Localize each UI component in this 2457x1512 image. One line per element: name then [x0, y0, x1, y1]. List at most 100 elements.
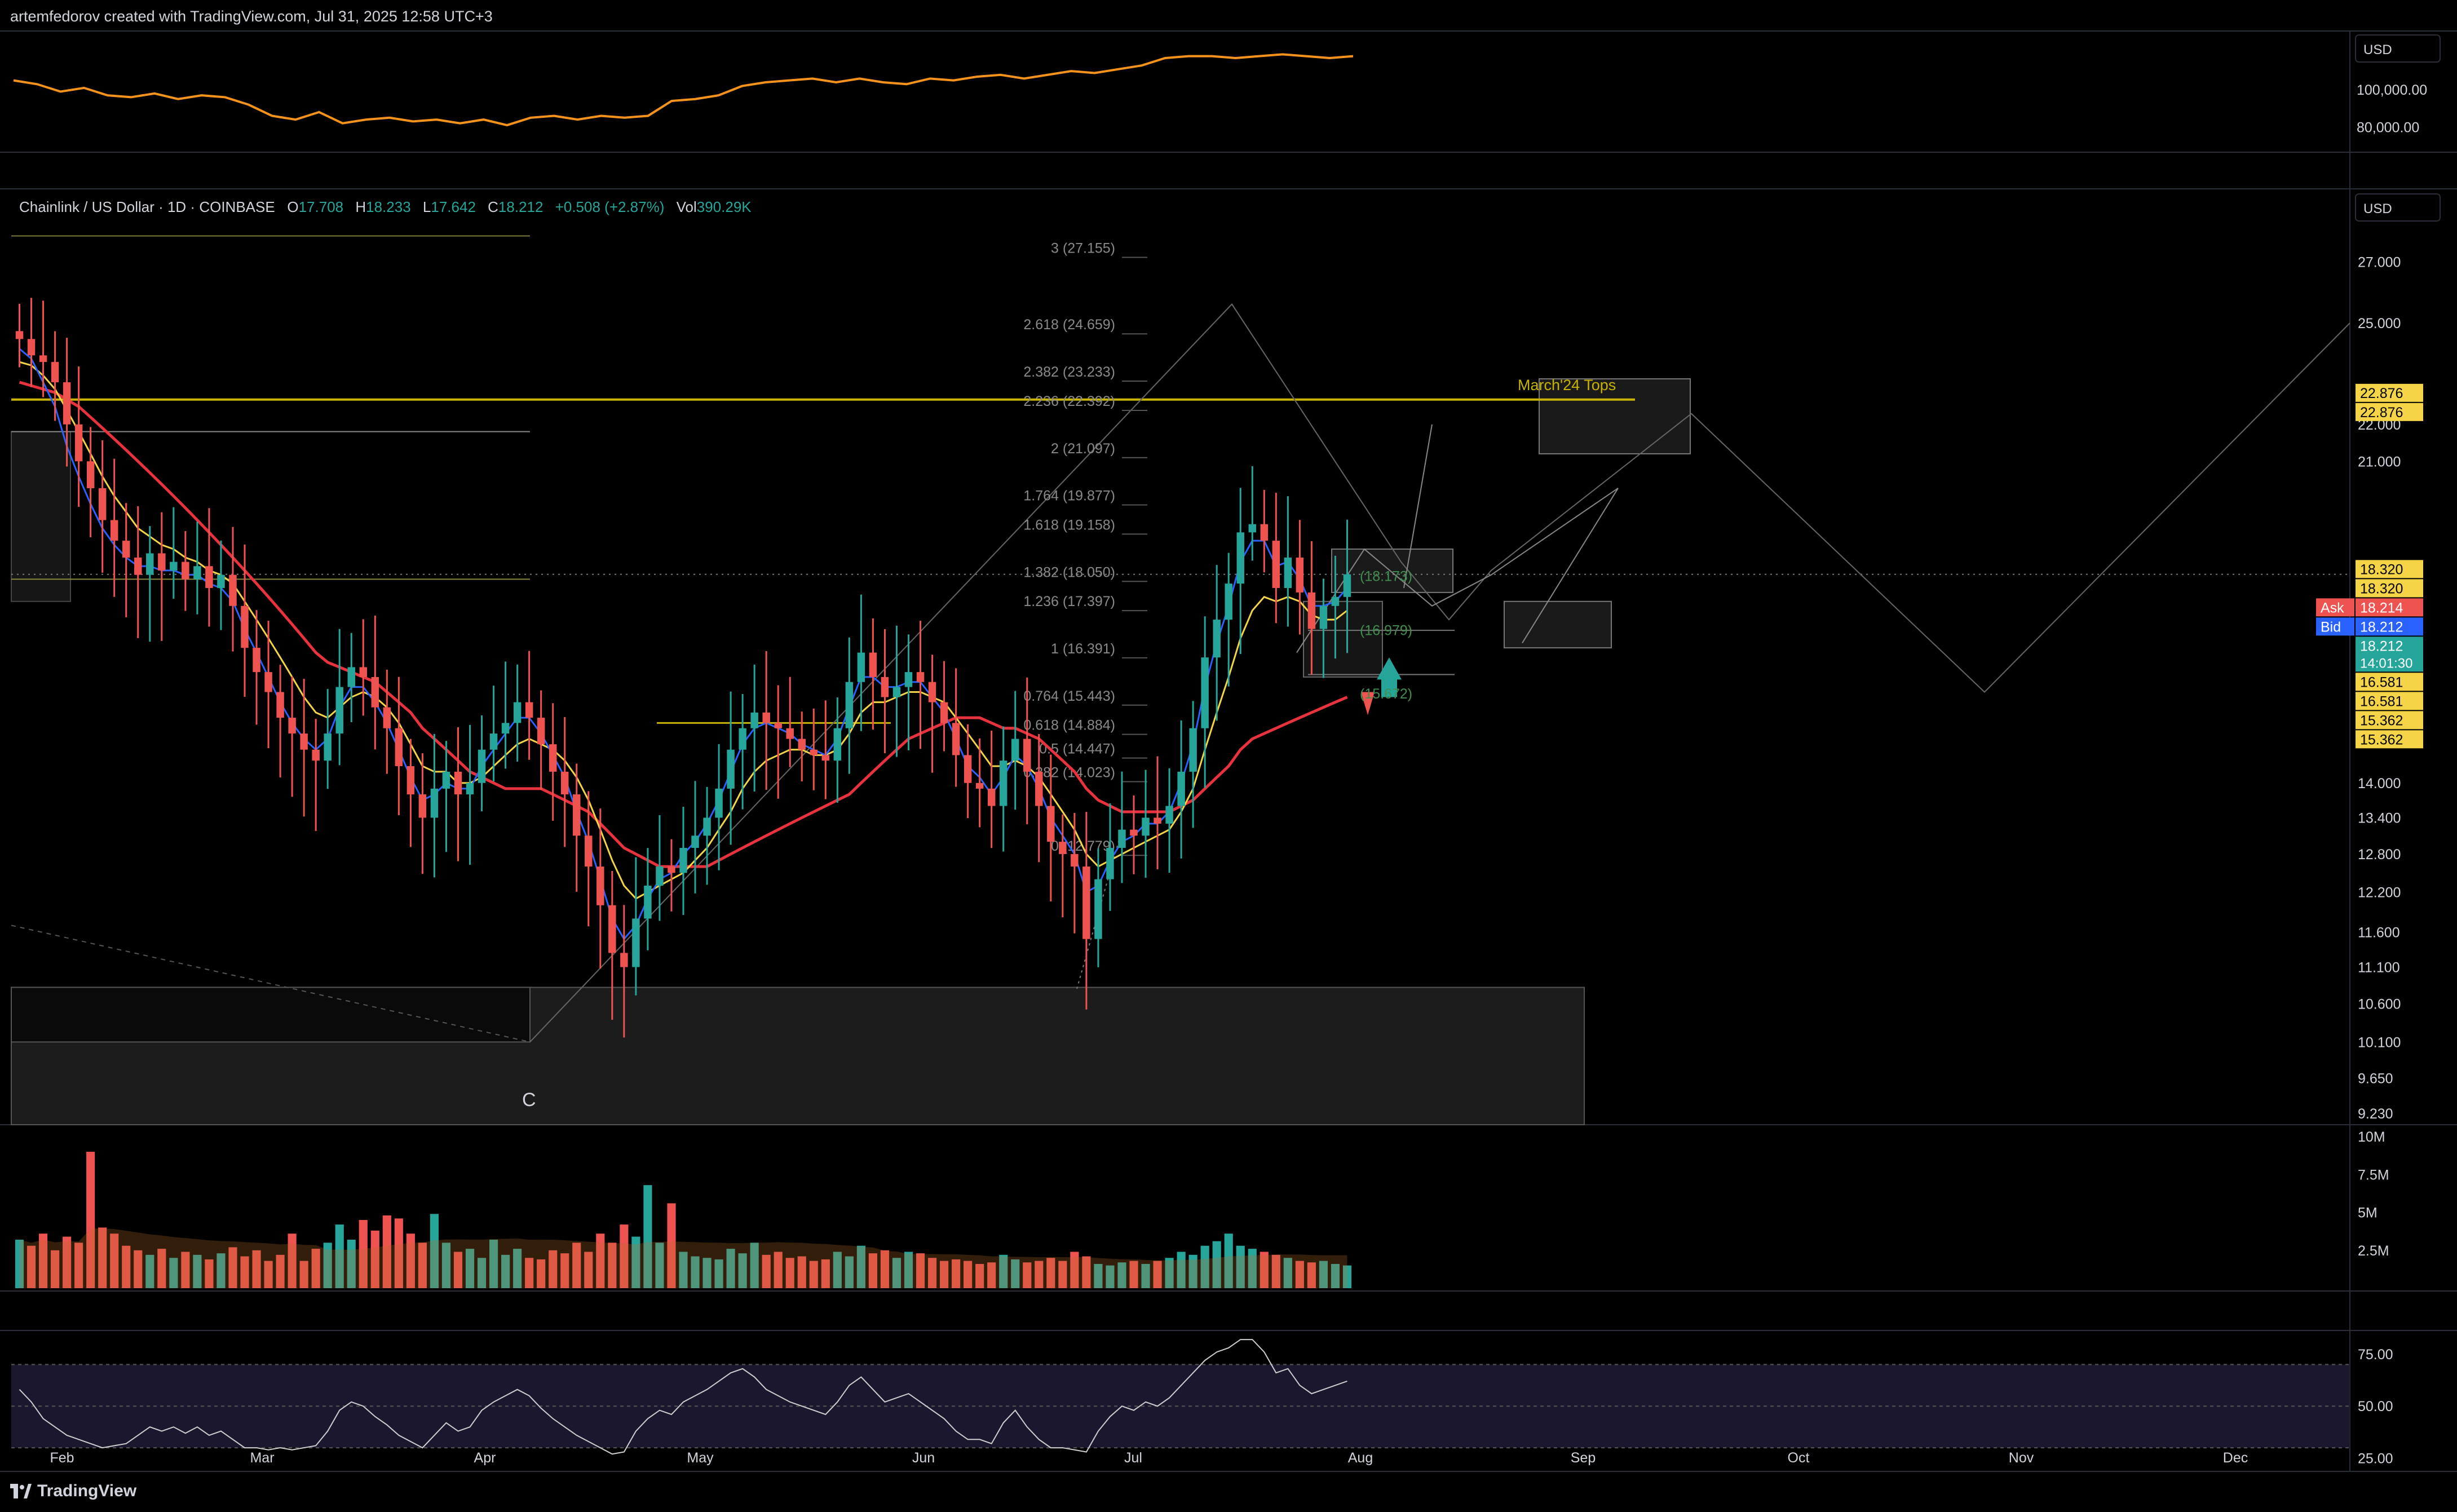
candle: [715, 744, 723, 870]
volume-y-tick: 2.5M: [2358, 1243, 2389, 1259]
candle: [217, 540, 225, 630]
candle-body: [964, 755, 972, 783]
candle-body: [466, 782, 474, 795]
candle-body: [904, 672, 913, 687]
candle-body: [1236, 532, 1244, 584]
candle-body: [1343, 574, 1351, 597]
candle: [430, 733, 439, 878]
month-label: Dec: [2223, 1450, 2248, 1466]
candle-body: [27, 339, 36, 356]
candle-body: [585, 835, 593, 867]
candle-body: [1071, 854, 1079, 867]
candle-body: [288, 718, 296, 734]
candle-body: [739, 728, 746, 750]
candle: [1094, 848, 1102, 967]
candle-body: [1225, 583, 1232, 620]
candle-body: [229, 574, 237, 606]
main-y-tick: 25.000: [2358, 316, 2401, 331]
candle-body: [1118, 829, 1126, 848]
candle-body: [1296, 558, 1304, 593]
brand-bar: TradingView: [0, 1473, 2457, 1512]
rsi-pane[interactable]: 75.00 50.00 25.00: [11, 1339, 2393, 1467]
volume-pane[interactable]: 10M 7.5M 5M 2.5M: [15, 1129, 2389, 1288]
candle: [561, 717, 569, 847]
candle: [406, 739, 415, 847]
candle: [727, 691, 735, 845]
candle-body: [1094, 879, 1102, 939]
candle-body: [158, 553, 166, 571]
main-pane[interactable]: USD 3 (27.155) 2.618 (24.659) 2.382 (23.233…: [11, 193, 2441, 1125]
symbol-legend: Chainlink / US Dollar · 1D · COINBASE O1…: [19, 198, 759, 216]
candle: [762, 651, 770, 790]
candle-body: [573, 794, 581, 836]
left-range-box: [11, 431, 71, 602]
btc-currency-label: USD: [2363, 42, 2392, 58]
candle-body: [1260, 524, 1269, 541]
legend-high: 18.233: [366, 198, 411, 215]
candle: [146, 526, 154, 642]
candle: [1130, 795, 1138, 874]
candle-body: [241, 605, 249, 648]
candle-body: [620, 953, 628, 967]
fib-level-label: 1.618 (19.158): [1023, 517, 1115, 533]
candle-body: [276, 692, 284, 718]
candle: [288, 677, 296, 797]
candle-body: [857, 652, 865, 682]
candle: [869, 618, 877, 730]
rsi-y-tick: 50.00: [2358, 1399, 2393, 1414]
candle-body: [1248, 524, 1257, 533]
candle-body: [430, 788, 439, 818]
legend-low: 17.642: [431, 198, 476, 215]
candle: [750, 664, 758, 792]
candle-body: [1213, 620, 1221, 658]
level-18173-label: (18.173): [1360, 569, 1412, 585]
candle-body: [501, 723, 510, 734]
candle-body: [454, 771, 462, 795]
legend-close-label: C: [488, 198, 498, 215]
candle-body: [324, 733, 332, 761]
tradingview-logo[interactable]: TradingView: [10, 1482, 136, 1501]
candle: [229, 527, 237, 652]
chart-canvas[interactable]: USD 100,000.00 80,000.00 USD 3 (27.155) 2.618…: [0, 0, 2457, 1512]
time-axis[interactable]: Feb Mar Apr May Jun Jul Aug Sep Oct Nov Dec: [50, 1450, 2248, 1466]
main-y-tick: 10.100: [2358, 1034, 2401, 1050]
candle-body: [253, 648, 260, 673]
main-y-tick: 10.600: [2358, 996, 2401, 1012]
fib-level-label: 1.236 (17.397): [1023, 594, 1115, 609]
candle: [975, 738, 984, 828]
candle-body: [798, 739, 806, 750]
pullback-box: [1504, 600, 1612, 649]
candle-body: [561, 771, 569, 795]
candle-body: [1201, 657, 1209, 728]
candle: [418, 753, 427, 874]
candle-body: [478, 749, 486, 783]
price-label-text: 18.320: [2360, 562, 2403, 577]
level-15672-label: (15.672): [1360, 686, 1412, 702]
ema-slow-line: [19, 381, 1348, 868]
month-label: Aug: [1348, 1450, 1373, 1466]
main-y-tick: 12.800: [2358, 847, 2401, 863]
candle: [1284, 496, 1292, 627]
candle-body: [1284, 558, 1292, 589]
month-label: Oct: [1788, 1450, 1810, 1466]
main-y-tick: 9.650: [2358, 1071, 2393, 1086]
candle: [1142, 770, 1150, 878]
candle-body: [1154, 817, 1161, 824]
btc-pane[interactable]: USD 100,000.00 80,000.00: [13, 34, 2441, 135]
candle-body: [347, 667, 355, 687]
candle-body: [881, 677, 889, 697]
candle: [1177, 720, 1185, 859]
candle-body: [1082, 866, 1090, 939]
month-label: Jul: [1124, 1450, 1142, 1466]
candle-body: [892, 687, 901, 697]
candle-body: [715, 788, 723, 818]
fib-level-label: 0.618 (14.884): [1023, 718, 1115, 733]
candle: [1011, 691, 1019, 810]
price-label-text: 18.214: [2360, 600, 2403, 616]
candle: [691, 781, 699, 894]
main-y-tick: 12.200: [2358, 885, 2401, 900]
candle: [525, 651, 533, 760]
legend-low-label: L: [422, 198, 431, 215]
candle-body: [1307, 592, 1316, 629]
volume-y-tick: 7.5M: [2358, 1167, 2389, 1183]
